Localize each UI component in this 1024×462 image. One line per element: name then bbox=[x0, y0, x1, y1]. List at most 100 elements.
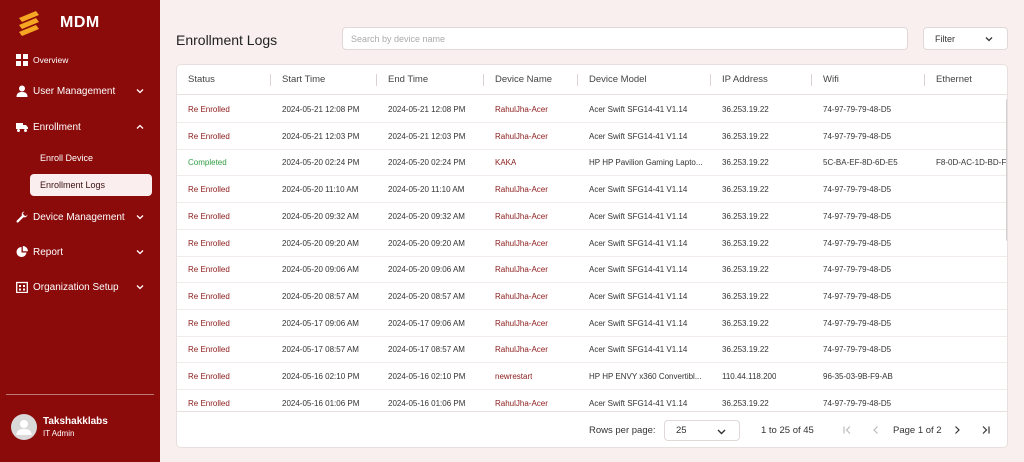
table-row[interactable]: Re Enrolled 2024-05-21 12:03 PM 2024-05-21… bbox=[177, 123, 1007, 150]
cell-model: Acer Swift SFG14-41 V1.14 bbox=[589, 318, 688, 328]
chevron-down-icon bbox=[717, 427, 726, 436]
table-row[interactable]: Re Enrolled 2024-05-16 02:10 PM 2024-05-16… bbox=[177, 363, 1007, 390]
table-scrollbar[interactable] bbox=[1006, 99, 1007, 241]
column-header-device-model[interactable]: Device Model bbox=[589, 65, 647, 95]
sidebar-item-label: Overview bbox=[33, 55, 69, 65]
cell-ethernet bbox=[936, 96, 1007, 123]
cell-end: 2024-05-20 09:20 AM bbox=[388, 238, 465, 248]
cell-wifi: 5C-BA-EF-8D-6D-E5 bbox=[823, 158, 898, 168]
page-indicator: Page 1 of 2 bbox=[893, 425, 942, 436]
cell-end: 2024-05-17 09:06 AM bbox=[388, 318, 465, 328]
cell-start: 2024-05-16 01:06 PM bbox=[282, 398, 360, 408]
table-row[interactable]: Completed 2024-05-20 02:24 PM 2024-05-20 0… bbox=[177, 149, 1007, 177]
sidebar-item-enrollment[interactable]: Enrollment bbox=[16, 120, 150, 134]
cell-wifi: 96-35-03-9B-F9-AB bbox=[823, 372, 893, 381]
sidebar-item-label: Enrollment bbox=[33, 121, 81, 133]
cell-start: 2024-05-16 02:10 PM bbox=[282, 372, 360, 381]
last-page-icon bbox=[982, 426, 990, 434]
cell-start: 2024-05-20 11:10 AM bbox=[282, 185, 359, 195]
grid-icon bbox=[16, 54, 28, 66]
cell-start: 2024-05-20 09:06 AM bbox=[282, 265, 359, 275]
sidebar-subitem-enroll-device[interactable]: Enroll Device bbox=[30, 147, 152, 169]
cell-device: RahulJha-Acer bbox=[495, 345, 548, 355]
cell-model: Acer Swift SFG14-41 V1.14 bbox=[589, 291, 688, 301]
cell-device: RahulJha-Acer bbox=[495, 238, 548, 248]
column-header-start-time[interactable]: Start Time bbox=[282, 65, 325, 95]
next-page-button[interactable] bbox=[950, 423, 964, 437]
table-row[interactable]: Re Enrolled 2024-05-20 11:10 AM 2024-05-20… bbox=[177, 176, 1007, 204]
rows-per-page-select[interactable]: 25 bbox=[664, 420, 740, 441]
cell-model: HP HP ENVY x360 Convertibl... bbox=[589, 372, 702, 381]
cell-device: RahulJha-Acer bbox=[495, 105, 548, 114]
sidebar-item-organization-setup[interactable]: Organization Setup bbox=[16, 280, 150, 294]
user-role: IT Admin bbox=[43, 429, 75, 438]
last-page-button[interactable] bbox=[979, 423, 993, 437]
sidebar-subitem-enrollment-logs[interactable]: Enrollment Logs bbox=[30, 174, 152, 196]
chevron-down-icon bbox=[985, 35, 993, 43]
cell-ethernet bbox=[936, 203, 1007, 230]
chevron-down-icon bbox=[136, 248, 144, 256]
cell-start: 2024-05-17 09:06 AM bbox=[282, 318, 359, 328]
previous-page-button[interactable] bbox=[869, 423, 883, 437]
column-separator bbox=[577, 74, 578, 86]
table-body: Re Enrolled 2024-05-21 12:08 PM 2024-05-21… bbox=[177, 96, 1007, 410]
column-header-ip-address[interactable]: IP Address bbox=[722, 65, 768, 95]
table-row[interactable]: Re Enrolled 2024-05-20 09:32 AM 2024-05-20… bbox=[177, 203, 1007, 230]
user-profile[interactable]: Takshakklabs IT Admin bbox=[11, 414, 108, 440]
column-header-status[interactable]: Status bbox=[188, 65, 215, 95]
column-separator bbox=[483, 74, 484, 86]
table-row[interactable]: Re Enrolled 2024-05-20 09:06 AM 2024-05-20… bbox=[177, 256, 1007, 284]
table-row[interactable]: Re Enrolled 2024-05-21 12:08 PM 2024-05-21… bbox=[177, 96, 1007, 123]
table-row[interactable]: Re Enrolled 2024-05-20 09:20 AM 2024-05-20… bbox=[177, 230, 1007, 257]
cell-status: Re Enrolled bbox=[188, 185, 230, 195]
first-page-button[interactable] bbox=[840, 423, 854, 437]
cell-model: Acer Swift SFG14-41 V1.14 bbox=[589, 238, 688, 248]
sidebar-subitem-label: Enrollment Logs bbox=[40, 180, 106, 190]
cell-start: 2024-05-21 12:08 PM bbox=[282, 105, 360, 114]
cell-wifi: 74-97-79-79-48-D5 bbox=[823, 291, 892, 301]
sidebar-subitem-label: Enroll Device bbox=[40, 153, 94, 163]
cell-ethernet bbox=[936, 336, 1007, 363]
cell-end: 2024-05-16 01:06 PM bbox=[388, 398, 466, 408]
cell-wifi: 74-97-79-79-48-D5 bbox=[823, 211, 892, 221]
column-separator bbox=[924, 74, 925, 86]
cell-end: 2024-05-20 08:57 AM bbox=[388, 291, 465, 301]
pagination-range: 1 to 25 of 45 bbox=[761, 425, 814, 436]
cell-wifi: 74-97-79-79-48-D5 bbox=[823, 345, 892, 355]
cell-end: 2024-05-16 02:10 PM bbox=[388, 372, 466, 381]
sidebar-item-report[interactable]: Report bbox=[16, 245, 150, 259]
cell-status: Re Enrolled bbox=[188, 211, 230, 221]
cell-status: Re Enrolled bbox=[188, 131, 230, 141]
column-header-ethernet[interactable]: Ethernet bbox=[936, 65, 972, 95]
sidebar-item-overview[interactable]: Overview bbox=[16, 53, 150, 67]
cell-model: Acer Swift SFG14-41 V1.14 bbox=[589, 265, 688, 275]
cell-status: Re Enrolled bbox=[188, 291, 230, 301]
cell-ip: 36.253.19.22 bbox=[722, 238, 769, 248]
cell-ip: 36.253.19.22 bbox=[722, 345, 769, 355]
cell-start: 2024-05-17 08:57 AM bbox=[282, 345, 359, 355]
table-row[interactable]: Re Enrolled 2024-05-20 08:57 AM 2024-05-20… bbox=[177, 283, 1007, 310]
column-header-device-name[interactable]: Device Name bbox=[495, 65, 552, 95]
sidebar-item-label: User Management bbox=[33, 85, 116, 97]
column-header-wifi[interactable]: Wifi bbox=[823, 65, 839, 95]
chevron-left-icon bbox=[873, 426, 878, 434]
sidebar-item-label: Device Management bbox=[33, 211, 125, 223]
table-header: Status Start Time End Time Device Name D… bbox=[177, 65, 1007, 95]
column-header-end-time[interactable]: End Time bbox=[388, 65, 428, 95]
filter-dropdown[interactable]: Filter bbox=[923, 27, 1008, 50]
cell-device: RahulJha-Acer bbox=[495, 185, 548, 195]
cell-end: 2024-05-20 09:32 AM bbox=[388, 211, 465, 221]
table-row[interactable]: Re Enrolled 2024-05-17 09:06 AM 2024-05-17… bbox=[177, 310, 1007, 337]
sidebar-item-user-management[interactable]: User Management bbox=[16, 84, 150, 98]
table-row[interactable]: Re Enrolled 2024-05-17 08:57 AM 2024-05-17… bbox=[177, 336, 1007, 364]
cell-device: RahulJha-Acer bbox=[495, 291, 548, 301]
cell-ethernet bbox=[936, 256, 1007, 283]
cell-ip: 36.253.19.22 bbox=[722, 105, 769, 114]
cell-model: Acer Swift SFG14-41 V1.14 bbox=[589, 131, 688, 141]
search-input[interactable] bbox=[342, 27, 908, 50]
brand[interactable]: MDM bbox=[16, 10, 100, 36]
table-row[interactable]: Re Enrolled 2024-05-16 01:06 PM 2024-05-16… bbox=[177, 390, 1007, 410]
avatar bbox=[11, 414, 37, 440]
sidebar-item-device-management[interactable]: Device Management bbox=[16, 210, 150, 224]
logo-icon bbox=[19, 11, 39, 36]
